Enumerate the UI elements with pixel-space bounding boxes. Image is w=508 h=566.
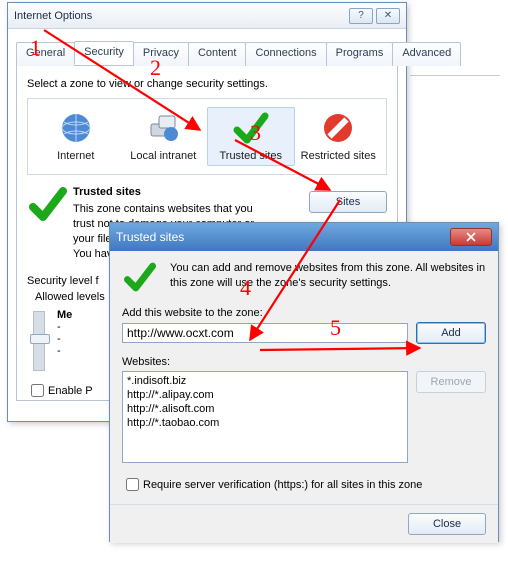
zone-trusted-sites[interactable]: Trusted sites	[207, 107, 295, 166]
trusted-sites-desc-1: This zone contains websites that you	[73, 202, 254, 217]
tab-general[interactable]: General	[16, 42, 75, 66]
slider-thumb[interactable]	[30, 334, 50, 344]
sites-button[interactable]: Sites	[309, 191, 387, 213]
enable-protected-input[interactable]	[31, 384, 44, 397]
zone-prompt: Select a zone to view or change security…	[27, 78, 387, 90]
internet-options-title: Internet Options	[14, 10, 346, 22]
require-https-label: Require server verification (https:) for…	[143, 479, 422, 491]
tab-advanced[interactable]: Advanced	[392, 42, 461, 66]
zone-local-intranet-label: Local intranet	[123, 150, 205, 163]
require-https-checkbox[interactable]: Require server verification (https:) for…	[122, 475, 422, 494]
internet-options-titlebar[interactable]: Internet Options ? ✕	[8, 3, 406, 29]
globe-icon	[58, 110, 94, 146]
zone-list: Internet Local intranet Trusted sites	[27, 98, 387, 175]
enable-protected-label: Enable P	[48, 385, 93, 397]
help-button[interactable]: ?	[349, 8, 373, 24]
trusted-sites-close-footer-button[interactable]: Close	[408, 513, 486, 535]
tab-privacy[interactable]: Privacy	[133, 42, 189, 66]
tab-programs[interactable]: Programs	[326, 42, 394, 66]
websites-listbox[interactable]: *.indisoft.biz http://*.alipay.com http:…	[122, 371, 408, 463]
website-item[interactable]: *.indisoft.biz	[125, 374, 405, 388]
close-button[interactable]: ✕	[376, 8, 400, 24]
trusted-sites-intro: You can add and remove websites from thi…	[170, 261, 486, 293]
trusted-sites-dialog-title: Trusted sites	[116, 230, 450, 244]
trusted-sites-titlebar[interactable]: Trusted sites	[110, 223, 498, 251]
remove-button[interactable]: Remove	[416, 371, 486, 393]
trusted-check-icon	[124, 261, 156, 293]
tab-strip: General Security Privacy Content Connect…	[16, 41, 398, 66]
website-item[interactable]: http://*.alisoft.com	[125, 402, 405, 416]
trusted-check-icon	[233, 110, 269, 146]
add-button[interactable]: Add	[416, 322, 486, 344]
trusted-sites-dialog: Trusted sites You can add and remove web…	[109, 222, 499, 542]
intranet-icon	[145, 110, 181, 146]
zone-restricted-sites-label: Restricted sites	[298, 150, 380, 163]
security-level-slider[interactable]	[33, 311, 45, 371]
trusted-sites-heading: Trusted sites	[73, 185, 254, 200]
websites-label: Websites:	[122, 356, 486, 368]
tab-security[interactable]: Security	[74, 41, 134, 65]
big-check-icon	[29, 185, 67, 223]
tab-content[interactable]: Content	[188, 42, 247, 66]
background-divider	[410, 75, 500, 76]
restricted-icon	[320, 110, 356, 146]
tab-connections[interactable]: Connections	[245, 42, 326, 66]
require-https-input[interactable]	[126, 478, 139, 491]
add-website-label: Add this website to the zone:	[122, 307, 486, 319]
trusted-sites-close-button[interactable]	[450, 228, 492, 246]
close-icon	[466, 232, 476, 242]
zone-internet[interactable]: Internet	[32, 107, 120, 166]
website-item[interactable]: http://*.taobao.com	[125, 416, 405, 430]
enable-protected-checkbox[interactable]: Enable P	[27, 381, 93, 400]
zone-restricted-sites[interactable]: Restricted sites	[295, 107, 383, 166]
zone-internet-label: Internet	[35, 150, 117, 163]
add-website-input[interactable]	[122, 323, 408, 343]
zone-local-intranet[interactable]: Local intranet	[120, 107, 208, 166]
zone-trusted-sites-label: Trusted sites	[210, 150, 292, 163]
website-item[interactable]: http://*.alipay.com	[125, 388, 405, 402]
